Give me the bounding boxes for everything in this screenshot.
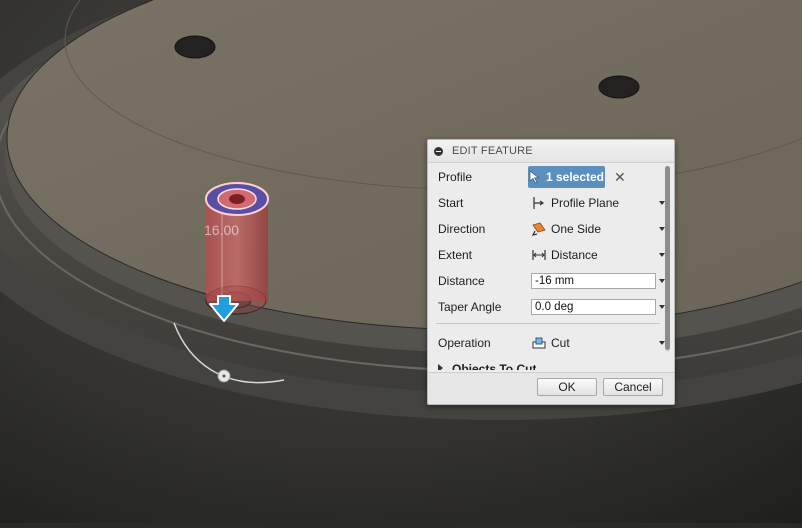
cancel-button[interactable]: Cancel: [603, 378, 663, 396]
direction-row: Direction One Side: [438, 218, 665, 240]
start-value: Profile Plane: [551, 196, 620, 210]
clear-selection-icon[interactable]: ✕: [614, 169, 626, 186]
profile-label: Profile: [438, 170, 473, 184]
model-canvas[interactable]: [0, 0, 802, 523]
objects-to-cut-label: Objects To Cut: [452, 362, 537, 370]
taper-angle-row: Taper Angle 0.0 deg: [438, 296, 665, 318]
edit-feature-dialog: EDIT FEATURE Profile 1 selected ✕ Start …: [427, 139, 675, 405]
3d-viewport[interactable]: 16.00: [0, 0, 802, 523]
profile-center: [229, 194, 245, 204]
dialog-header[interactable]: EDIT FEATURE: [428, 140, 674, 163]
operation-dropdown[interactable]: Cut: [529, 333, 669, 353]
profile-selection-button[interactable]: 1 selected: [528, 166, 605, 188]
distance-icon: [532, 250, 546, 260]
distance-dimension-label[interactable]: 16.00: [204, 222, 239, 238]
direction-value: One Side: [551, 222, 602, 236]
start-row: Start Profile Plane: [438, 192, 665, 214]
profile-plane-icon: [533, 197, 545, 209]
profile-selection-text: 1 selected: [545, 170, 605, 184]
hole-1[interactable]: [174, 35, 216, 59]
distance-label: Distance: [438, 274, 485, 288]
one-side-icon: [531, 222, 546, 236]
taper-angle-label: Taper Angle: [438, 300, 502, 314]
distance-input[interactable]: -16 mm: [531, 273, 656, 289]
operation-label: Operation: [438, 336, 491, 350]
cursor-select-icon: [529, 170, 540, 184]
expand-triangle-icon: [438, 364, 443, 370]
direction-label: Direction: [438, 222, 486, 236]
cut-icon: [532, 337, 546, 349]
collapse-icon[interactable]: [434, 146, 443, 156]
extent-label: Extent: [438, 248, 473, 262]
direction-dropdown[interactable]: One Side: [529, 219, 669, 239]
dialog-title: EDIT FEATURE: [452, 145, 533, 157]
start-dropdown[interactable]: Profile Plane: [529, 193, 669, 213]
hole-2[interactable]: [598, 75, 640, 99]
taper-angle-input[interactable]: 0.0 deg: [531, 299, 656, 315]
scrollbar-thumb[interactable]: [665, 166, 670, 350]
dialog-footer: OK Cancel: [428, 372, 674, 404]
extent-row: Extent Distance: [438, 244, 665, 266]
distance-row: Distance -16 mm: [438, 270, 665, 292]
dialog-scrollbar[interactable]: [665, 166, 670, 352]
angle-handle-dot: [222, 374, 226, 378]
section-divider: [436, 323, 660, 324]
extent-dropdown[interactable]: Distance: [529, 245, 669, 265]
profile-row: Profile 1 selected ✕: [438, 166, 660, 188]
objects-to-cut-section[interactable]: Objects To Cut: [438, 362, 536, 370]
ok-button[interactable]: OK: [537, 378, 597, 396]
operation-row: Operation Cut: [438, 332, 665, 354]
start-label: Start: [438, 196, 464, 210]
operation-value: Cut: [551, 336, 570, 350]
extent-value: Distance: [551, 248, 598, 262]
